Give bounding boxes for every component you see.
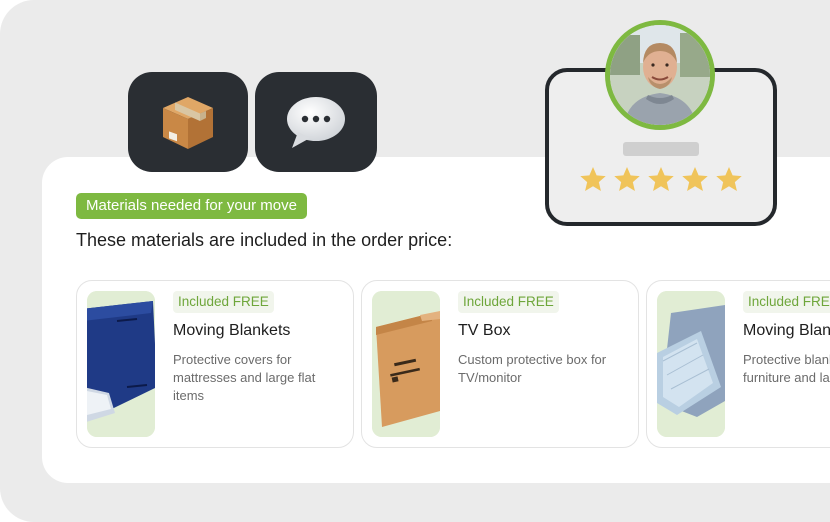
moving-blanket-image	[87, 291, 155, 437]
card-description: Custom protective box for TV/monitor	[458, 352, 607, 385]
chat-icon-tile	[255, 72, 377, 172]
box-icon-tile	[128, 72, 248, 172]
speech-bubble-icon	[287, 97, 345, 148]
padded-blanket-image	[657, 291, 725, 437]
star-icon	[682, 167, 708, 192]
included-free-badge: Included FREE	[458, 291, 559, 313]
material-card-moving-blankets-2[interactable]: Included FREE Moving Blankets Protective…	[646, 280, 830, 448]
section-tag: Materials needed for your move	[76, 193, 307, 219]
material-card-tv-box[interactable]: Included FREE TV Box Custom protective b…	[361, 280, 639, 448]
reviewer-name-placeholder	[623, 142, 699, 156]
reviewer-avatar	[605, 20, 715, 130]
tv-box-image	[372, 291, 440, 437]
card-title: TV Box	[458, 322, 511, 339]
section-heading: These materials are included in the orde…	[76, 230, 453, 250]
star-icon	[614, 167, 640, 192]
package-icon	[163, 97, 213, 149]
material-card-moving-blankets[interactable]: Included FREE Moving Blankets Protective…	[76, 280, 354, 448]
star-icon	[716, 167, 742, 192]
included-free-badge: Included FREE	[173, 291, 274, 313]
star-rating	[579, 166, 743, 193]
card-title: Moving Blankets	[743, 322, 830, 339]
star-icon	[648, 167, 674, 192]
included-free-badge: Included FREE	[743, 291, 830, 313]
star-icon	[580, 167, 606, 192]
card-description: Protective blankets for furniture and la…	[743, 352, 830, 385]
card-title: Moving Blankets	[173, 322, 291, 339]
card-description: Protective covers for mattresses and lar…	[173, 352, 316, 403]
